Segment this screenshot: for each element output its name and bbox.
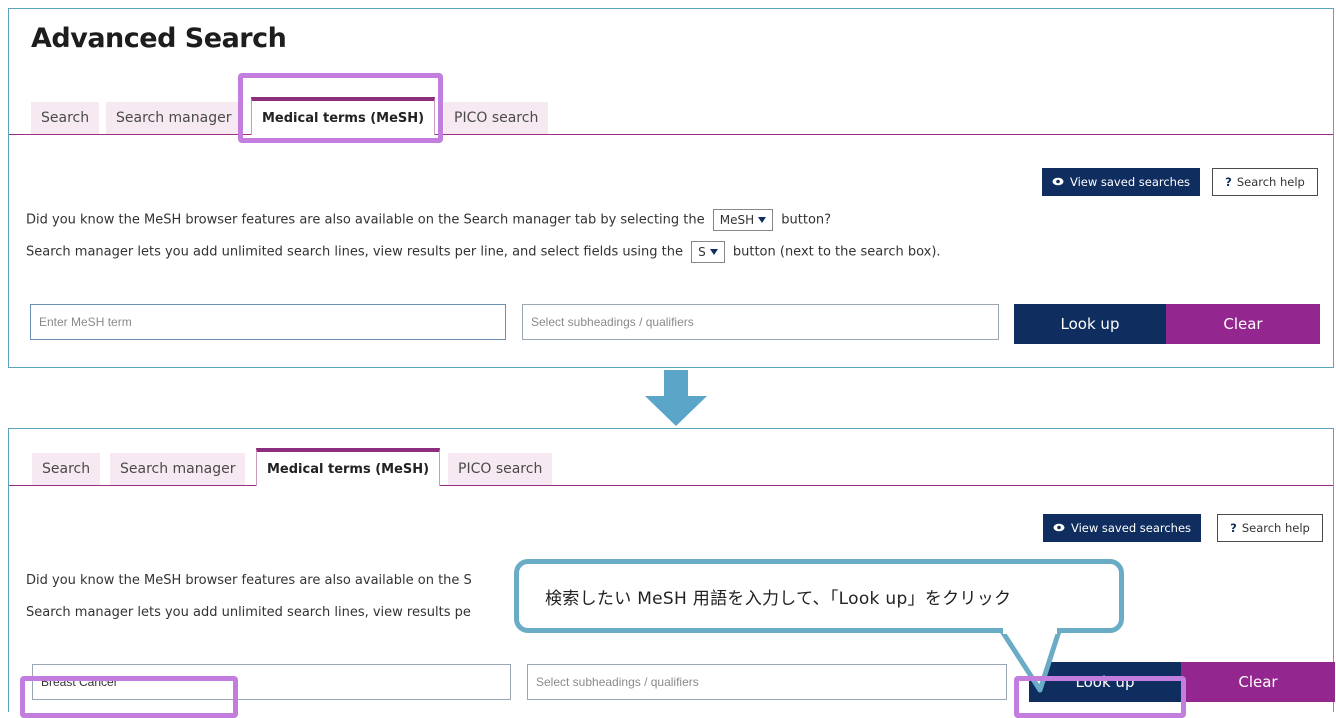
tab-pico-search[interactable]: PICO search bbox=[448, 453, 553, 485]
mesh-term-input[interactable]: Enter MeSH term bbox=[30, 304, 506, 340]
subheadings-select[interactable]: Select subheadings / qualifiers bbox=[522, 304, 999, 340]
info-text: button (next to the search box). bbox=[732, 244, 941, 260]
caret-down-icon bbox=[758, 217, 767, 223]
tab-medical-terms[interactable]: Medical terms (MeSH) bbox=[251, 97, 436, 135]
search-help-button[interactable]: ? Search help bbox=[1217, 514, 1323, 542]
tab-search[interactable]: Search bbox=[32, 453, 101, 485]
tab-bar: Search Search manager Medical terms (MeS… bbox=[9, 95, 1333, 135]
clear-button[interactable]: Clear bbox=[1166, 304, 1320, 344]
look-up-button[interactable]: Look up bbox=[1029, 662, 1181, 702]
subheadings-select[interactable]: Select subheadings / qualifiers bbox=[527, 664, 1007, 700]
view-saved-searches-button[interactable]: View saved searches bbox=[1043, 514, 1201, 542]
view-saved-searches-label: View saved searches bbox=[1070, 521, 1192, 535]
tab-search-manager[interactable]: Search manager bbox=[110, 453, 246, 485]
clear-button[interactable]: Clear bbox=[1181, 662, 1335, 702]
info-text: button? bbox=[781, 212, 832, 228]
caret-down-icon bbox=[709, 249, 718, 255]
info-text: Search manager lets you add unlimited se… bbox=[26, 244, 683, 260]
page-title: Advanced Search bbox=[31, 23, 287, 54]
mesh-dropdown-button[interactable]: MeSH bbox=[712, 209, 774, 231]
question-icon: ? bbox=[1225, 175, 1232, 189]
view-saved-searches-label: View saved searches bbox=[1069, 175, 1191, 189]
down-arrow-icon bbox=[645, 370, 707, 431]
search-help-button[interactable]: ? Search help bbox=[1212, 168, 1318, 196]
look-up-button[interactable]: Look up bbox=[1014, 304, 1166, 344]
search-help-label: Search help bbox=[1241, 521, 1310, 535]
question-icon: ? bbox=[1230, 521, 1237, 535]
field-select-button[interactable]: S bbox=[691, 241, 725, 263]
eye-icon bbox=[1053, 521, 1065, 535]
info-text: Did you know the MeSH browser features a… bbox=[26, 212, 705, 228]
field-button-label: S bbox=[698, 245, 706, 259]
mesh-button-label: MeSH bbox=[719, 213, 755, 227]
tab-search[interactable]: Search bbox=[31, 102, 100, 134]
search-help-label: Search help bbox=[1236, 175, 1305, 189]
info-line-2: Search manager lets you add unlimited se… bbox=[26, 241, 941, 263]
callout-joint bbox=[1003, 624, 1057, 634]
advanced-search-panel-before: Advanced Search Search Search manager Me… bbox=[8, 8, 1334, 368]
info-line-1: Did you know the MeSH browser features a… bbox=[26, 573, 472, 588]
mesh-term-input[interactable]: Breast Cancer bbox=[32, 664, 511, 700]
info-line-1: Did you know the MeSH browser features a… bbox=[26, 209, 831, 231]
tab-medical-terms[interactable]: Medical terms (MeSH) bbox=[256, 448, 441, 486]
view-saved-searches-button[interactable]: View saved searches bbox=[1042, 168, 1200, 196]
tab-pico-search[interactable]: PICO search bbox=[444, 102, 549, 134]
callout-text: 検索したい MeSH 用語を入力して、「Look up」をクリック bbox=[545, 588, 1012, 609]
eye-icon bbox=[1052, 175, 1064, 189]
instruction-callout: 検索したい MeSH 用語を入力して、「Look up」をクリック bbox=[514, 559, 1124, 633]
tab-bar: Search Search manager Medical terms (MeS… bbox=[9, 446, 1333, 486]
tab-search-manager[interactable]: Search manager bbox=[106, 102, 242, 134]
info-line-2: Search manager lets you add unlimited se… bbox=[26, 605, 471, 620]
